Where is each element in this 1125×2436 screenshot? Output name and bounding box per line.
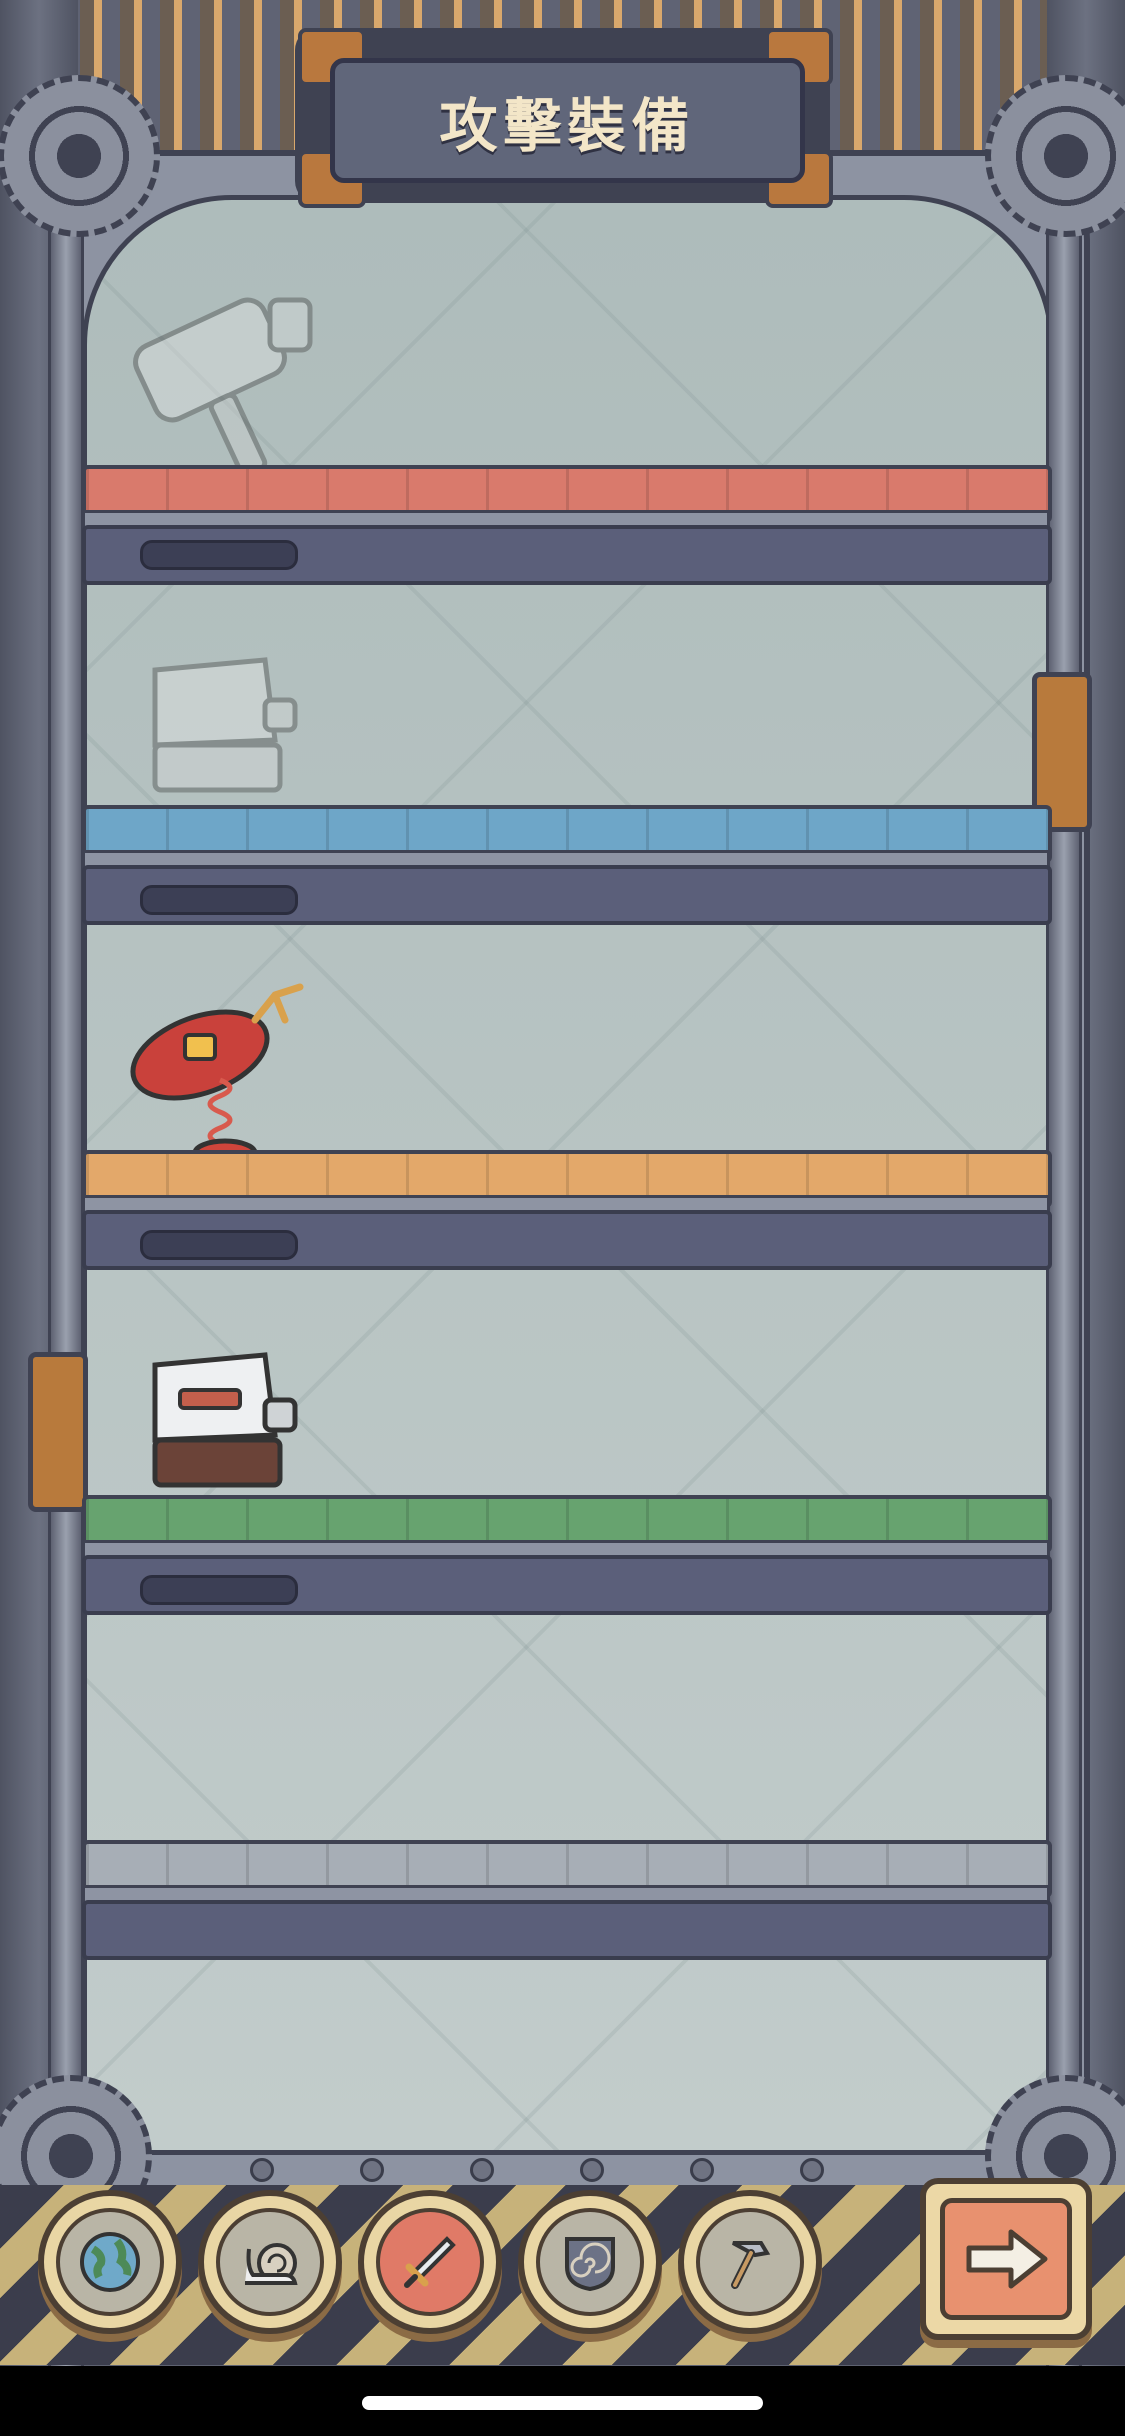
sword-icon	[376, 2208, 484, 2316]
rivet	[360, 2158, 384, 2182]
title-panel: 攻擊裝備	[330, 58, 805, 183]
rivet	[800, 2158, 824, 2182]
rivet	[690, 2158, 714, 2182]
arrow-right-icon	[940, 2198, 1072, 2320]
tools-button[interactable]	[678, 2190, 822, 2334]
stone-block-icon[interactable]	[145, 650, 305, 804]
snail-button[interactable]	[198, 2190, 342, 2334]
rivet	[470, 2158, 494, 2182]
side-hinge	[28, 1352, 88, 1512]
rivet	[250, 2158, 274, 2182]
hammer-tool-icon	[696, 2208, 804, 2316]
home-indicator[interactable]	[362, 2396, 763, 2410]
next-button[interactable]	[920, 2178, 1092, 2340]
shelf-4-progress	[140, 1575, 298, 1605]
spiral-shield-icon	[536, 2208, 644, 2316]
globe-button[interactable]	[38, 2190, 182, 2334]
snail-icon	[216, 2208, 324, 2316]
hammer-icon[interactable]	[120, 290, 320, 484]
shelf-2-progress	[140, 885, 298, 915]
defense-gear-button[interactable]	[518, 2190, 662, 2334]
page-title: 攻擊裝備	[439, 91, 696, 160]
gear-icon	[0, 75, 160, 237]
armored-block-icon[interactable]	[145, 1345, 305, 1499]
rivet	[580, 2158, 604, 2182]
globe-icon	[56, 2208, 164, 2316]
attack-gear-button[interactable]	[358, 2190, 502, 2334]
spring-bomb-icon[interactable]	[125, 975, 325, 1179]
shelf-1-progress	[140, 540, 298, 570]
shelf-5-beam	[82, 1900, 1052, 1960]
shelf-3-progress	[140, 1230, 298, 1260]
